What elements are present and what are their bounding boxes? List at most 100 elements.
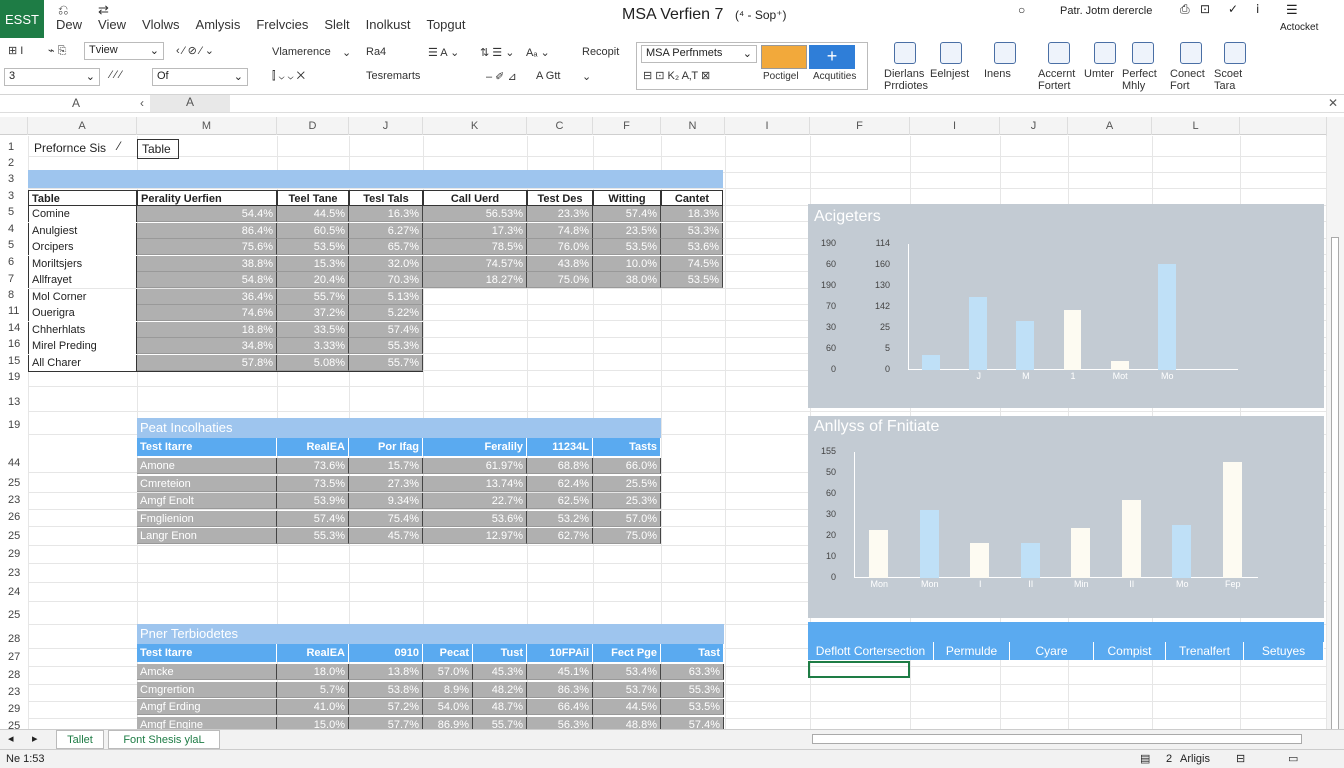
row-number[interactable]: 23	[0, 567, 28, 579]
vertical-scrollbar[interactable]	[1326, 117, 1344, 747]
next-sheet-icon[interactable]: ▸	[32, 732, 38, 745]
row-number[interactable]: 4	[0, 223, 28, 235]
chart-bar[interactable]	[970, 542, 990, 578]
row-number[interactable]: 19	[0, 371, 28, 383]
chart-bar[interactable]	[969, 296, 988, 370]
row-number[interactable]: 5	[0, 206, 28, 218]
chevron-down-icon[interactable]: ⌄	[342, 46, 351, 59]
row-number[interactable]: 23	[0, 686, 28, 698]
formula-input[interactable]: A	[150, 95, 230, 112]
ribbon-group-icon[interactable]	[994, 42, 1016, 64]
share-icon[interactable]: ⎙	[1180, 2, 1190, 17]
row-number[interactable]: 19	[0, 419, 28, 431]
list-icon[interactable]: ☰ A ⌄	[428, 46, 459, 59]
sort-icon[interactable]: ⇅ ☰ ⌄	[480, 46, 514, 59]
menu-item[interactable]: Slelt	[324, 17, 349, 32]
collapse-icon[interactable]: ‹	[140, 96, 144, 110]
check-icon[interactable]: ✓	[1228, 2, 1238, 16]
ribbon-group-icon[interactable]	[1094, 42, 1116, 64]
ribbon-group-label[interactable]: Perfect	[1122, 68, 1157, 80]
active-cell[interactable]	[808, 661, 910, 678]
name-label[interactable]: Vlamerence	[272, 46, 331, 58]
column-header-cell[interactable]: N	[661, 117, 725, 135]
row-number[interactable]: 8	[0, 289, 28, 301]
sheet-tab-2[interactable]: Font Shesis ylaL	[108, 730, 220, 749]
row-number[interactable]: 25	[0, 477, 28, 489]
row-number[interactable]: 25	[0, 530, 28, 542]
column-header-cell[interactable]: J	[1000, 117, 1068, 135]
row-number[interactable]: 28	[0, 669, 28, 681]
comment-icon[interactable]: ⊡	[1200, 2, 1210, 16]
scroll-thumb[interactable]	[1331, 237, 1339, 747]
column-header-cell[interactable]: F	[810, 117, 910, 135]
style-dropdown[interactable]: MSA Perfnmets ⌄	[641, 45, 757, 63]
chart-tool-icon[interactable]: ⌁ ⎘	[48, 44, 66, 58]
menu-item[interactable]: Topgut	[426, 17, 465, 32]
row-number[interactable]: 25	[0, 609, 28, 621]
chart-bar[interactable]	[1110, 361, 1129, 370]
zoom-value[interactable]: 2	[1166, 753, 1172, 765]
ribbon-group-label[interactable]: Dierlans	[884, 68, 924, 80]
menu-icon[interactable]: ☰	[1286, 2, 1298, 18]
menu-item[interactable]: Frelvcies	[256, 17, 308, 32]
column-header-cell[interactable]: K	[423, 117, 527, 135]
row-number[interactable]: 14	[0, 322, 28, 334]
row-number[interactable]: 15	[0, 355, 28, 367]
select-all-corner[interactable]	[0, 117, 28, 135]
quick-label[interactable]: Tesremarts	[366, 70, 420, 82]
row-number[interactable]: 13	[0, 396, 28, 408]
align-label[interactable]: A Gtt	[536, 70, 560, 82]
chart-bar[interactable]	[919, 509, 939, 578]
info-icon[interactable]: ⅰ	[1256, 2, 1259, 16]
row-number[interactable]: 3	[0, 173, 28, 185]
zoom-icon[interactable]: ⊟	[1236, 752, 1245, 765]
ribbon-group-icon[interactable]	[1224, 42, 1246, 64]
column-header-cell[interactable]: I	[910, 117, 1000, 135]
chart-analysis[interactable]: Anllyss of Fnitiate 155 50 60 30 20 10 0 Mon Mon…	[808, 416, 1324, 618]
chart-bar[interactable]	[1020, 542, 1040, 578]
ribbon-group-icon[interactable]	[940, 42, 962, 64]
size-label[interactable]: Ra4	[366, 46, 386, 58]
column-header-cell[interactable]: C	[527, 117, 593, 135]
name-box[interactable]: A	[72, 96, 80, 110]
row-number[interactable]: 23	[0, 494, 28, 506]
chart-bar[interactable]	[1222, 462, 1242, 578]
menu-item[interactable]: Inolkust	[366, 17, 411, 32]
layout-icon[interactable]: ▤	[1140, 752, 1150, 765]
cell-reference-box[interactable]: 3 ⌄	[4, 68, 100, 86]
row-number[interactable]: 26	[0, 511, 28, 523]
ribbon-group-label[interactable]: Inens	[984, 68, 1011, 80]
search-icon[interactable]: ○	[1018, 3, 1025, 17]
column-header-cell[interactable]: D	[277, 117, 349, 135]
redo-icon[interactable]: ⇄	[98, 2, 109, 18]
ribbon-group-label[interactable]: Conect	[1170, 68, 1205, 80]
ribbon-group-label[interactable]: Scoet	[1214, 68, 1242, 80]
chart-bar[interactable]	[1071, 527, 1091, 578]
ribbon-group-label[interactable]: Accernt	[1038, 68, 1075, 80]
ribbon-group-label[interactable]: Eelnjest	[930, 68, 969, 80]
row-number[interactable]: 24	[0, 586, 28, 598]
menu-item[interactable]: Vlolws	[142, 17, 180, 32]
chart-bar[interactable]	[1157, 264, 1176, 370]
row-number[interactable]: 29	[0, 703, 28, 715]
text-size-icon[interactable]: Aₐ ⌄	[526, 46, 550, 59]
field-box[interactable]: Of ⌄	[152, 68, 248, 86]
menu-item[interactable]: Amlysis	[196, 17, 241, 32]
ribbon-group-icon[interactable]	[1132, 42, 1154, 64]
menu-item[interactable]: View	[98, 17, 126, 32]
style-thumb-orange[interactable]	[761, 45, 807, 69]
style-icons[interactable]: ⊟ ⊡ K₂ A‚T ⊠	[643, 69, 710, 82]
column-header-cell[interactable]: J	[349, 117, 423, 135]
chart-acigeters[interactable]: Acigeters 114 160 130 142 25 5 0 J M 1 Mot Mo 190 60 1…	[808, 204, 1324, 408]
row-number[interactable]: 5	[0, 239, 28, 251]
chart-bar[interactable]	[1172, 525, 1192, 578]
align-tools[interactable]: ⫿ ⌄ ⌄ ✕	[272, 70, 305, 83]
row-number[interactable]: 7	[0, 273, 28, 285]
row-number[interactable]: 29	[0, 548, 28, 560]
row-number[interactable]: 2	[0, 157, 28, 169]
column-header-cell[interactable]: L	[1152, 117, 1240, 135]
row-number[interactable]: 44	[0, 457, 28, 469]
row-number[interactable]: 27	[0, 651, 28, 663]
app-badge[interactable]: ESST	[0, 0, 44, 38]
chart-bar[interactable]	[1016, 320, 1035, 370]
